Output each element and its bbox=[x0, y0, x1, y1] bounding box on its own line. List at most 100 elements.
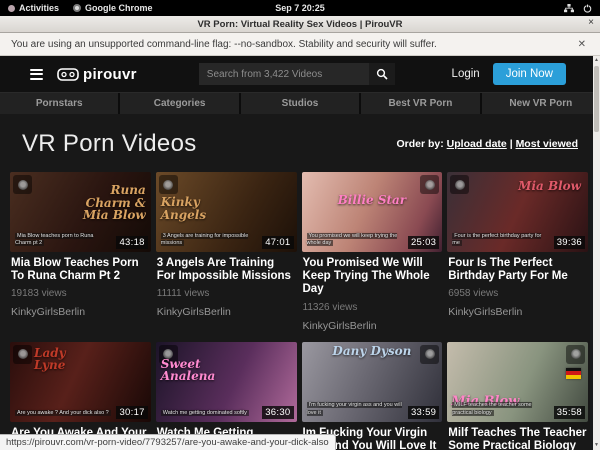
video-title[interactable]: Mia Blow Teaches Porn To Runa Charm Pt 2 bbox=[11, 257, 150, 283]
scroll-down-icon[interactable]: ▼ bbox=[594, 441, 599, 450]
thumb-caption: Four is the perfect birthday party for m… bbox=[452, 233, 548, 248]
video-studio-link[interactable]: KinkyGirlsBerlin bbox=[303, 320, 442, 332]
site-header: pirouvr Login Join Now bbox=[0, 56, 600, 92]
thumb-caption: 3 Angels are training for impossible mis… bbox=[161, 233, 257, 248]
nav-item-studios[interactable]: Studios bbox=[241, 93, 359, 114]
video-grid: Runa Charm & Mia Blow Mia Blow teaches p… bbox=[0, 172, 600, 450]
thumb-caption: MILF teaches the teacher some practical … bbox=[452, 402, 548, 417]
scrollbar-thumb[interactable] bbox=[594, 66, 599, 132]
duration-badge: 25:03 bbox=[408, 236, 439, 249]
site-logo[interactable]: pirouvr bbox=[57, 66, 137, 83]
video-thumbnail[interactable]: Billie Star You promised we will keep tr… bbox=[302, 172, 443, 252]
thumb-overlay-title: Mia Blow bbox=[507, 180, 581, 193]
video-title[interactable]: You Promised We Will Keep Trying The Who… bbox=[303, 257, 442, 297]
scroll-up-icon[interactable]: ▲ bbox=[594, 56, 599, 65]
video-studio-link[interactable]: KinkyGirlsBerlin bbox=[448, 306, 587, 318]
chrome-icon bbox=[73, 4, 81, 12]
video-studio-link[interactable]: KinkyGirlsBerlin bbox=[157, 306, 296, 318]
video-thumbnail[interactable]: Runa Charm & Mia Blow Mia Blow teaches p… bbox=[10, 172, 151, 252]
network-icon[interactable] bbox=[564, 4, 574, 13]
studio-watermark-icon bbox=[13, 345, 32, 364]
order-most-viewed-link[interactable]: Most viewed bbox=[516, 138, 578, 150]
video-views: 19183 views bbox=[11, 288, 150, 299]
duration-badge: 43:18 bbox=[116, 236, 147, 249]
video-thumbnail[interactable]: Sweet Analena Watch me getting dominated… bbox=[156, 342, 297, 422]
window-title: VR Porn: Virtual Reality Sex Videos | Pi… bbox=[0, 19, 600, 30]
video-thumbnail[interactable]: Lady Lyne Are you awake ? And your dick … bbox=[10, 342, 151, 422]
nav-item-pornstars[interactable]: Pornstars bbox=[0, 93, 118, 114]
activities-label: Activities bbox=[19, 3, 59, 13]
nav-item-categories[interactable]: Categories bbox=[120, 93, 238, 114]
search-button[interactable] bbox=[369, 63, 395, 85]
thumb-overlay-title: Billie Star bbox=[302, 194, 443, 207]
thumb-overlay-title: Lady Lyne bbox=[34, 347, 92, 372]
search-input[interactable] bbox=[199, 63, 369, 85]
window-titlebar[interactable]: VR Porn: Virtual Reality Sex Videos | Pi… bbox=[0, 16, 600, 33]
order-by-label: Order by: bbox=[396, 138, 443, 150]
logo-text: pirouvr bbox=[83, 66, 137, 83]
order-separator: | bbox=[510, 138, 513, 150]
video-card[interactable]: Mia Blow Four is the perfect birthday pa… bbox=[447, 172, 588, 332]
scrollbar[interactable]: ▲ ▼ bbox=[593, 56, 600, 450]
page-title: VR Porn Videos bbox=[22, 130, 197, 158]
thumb-caption: Watch me getting dominated softly bbox=[161, 410, 257, 418]
video-title[interactable]: Milf Teaches The Teacher Some Practical … bbox=[448, 427, 587, 450]
video-card[interactable]: Billie Star You promised we will keep tr… bbox=[302, 172, 443, 332]
thumb-overlay-title: Runa Charm & Mia Blow bbox=[80, 184, 146, 222]
video-card[interactable]: Kinky Angels 3 Angels are training for i… bbox=[156, 172, 297, 332]
order-upload-date-link[interactable]: Upload date bbox=[447, 138, 507, 150]
video-views: 11111 views bbox=[157, 288, 296, 299]
duration-badge: 36:30 bbox=[262, 406, 293, 419]
duration-badge: 39:36 bbox=[554, 236, 585, 249]
video-thumbnail[interactable]: Mia Blow MILF teaches the teacher some p… bbox=[447, 342, 588, 422]
infobar-close-icon[interactable]: ✕ bbox=[575, 39, 589, 50]
video-title[interactable]: Four Is The Perfect Birthday Party For M… bbox=[448, 257, 587, 283]
thumb-overlay-title: Kinky Angels bbox=[161, 196, 225, 221]
activities-button[interactable]: Activities bbox=[8, 3, 59, 13]
video-thumbnail[interactable]: Mia Blow Four is the perfect birthday pa… bbox=[447, 172, 588, 252]
duration-badge: 35:58 bbox=[554, 406, 585, 419]
studio-watermark-icon bbox=[450, 175, 469, 194]
web-page: pirouvr Login Join Now Pornstars Categor… bbox=[0, 56, 600, 450]
video-studio-link[interactable]: KinkyGirlsBerlin bbox=[11, 306, 150, 318]
nav-item-new-vr-porn[interactable]: New VR Porn bbox=[482, 93, 600, 114]
join-now-button[interactable]: Join Now bbox=[493, 63, 566, 85]
video-thumbnail[interactable]: Dany Dyson I'm fucking your virgin ass a… bbox=[302, 342, 443, 422]
video-card[interactable]: Runa Charm & Mia Blow Mia Blow teaches p… bbox=[10, 172, 151, 332]
link-status-bar: https://pirouvr.com/vr-porn-video/779325… bbox=[0, 434, 336, 450]
video-views: 6958 views bbox=[448, 288, 587, 299]
studio-watermark-icon bbox=[420, 175, 439, 194]
vr-goggles-icon bbox=[57, 68, 79, 81]
thumb-caption: Are you awake ? And your dick also ? bbox=[15, 410, 111, 418]
duration-badge: 33:59 bbox=[408, 406, 439, 419]
app-menu-label: Google Chrome bbox=[85, 3, 153, 13]
login-link[interactable]: Login bbox=[452, 68, 480, 80]
menu-icon[interactable] bbox=[30, 69, 43, 80]
studio-watermark-icon bbox=[159, 175, 178, 194]
thumb-caption: I'm fucking your virgin ass and you will… bbox=[307, 402, 403, 417]
power-icon[interactable] bbox=[583, 4, 592, 13]
screen: Activities Google Chrome Sep 7 20:25 VR … bbox=[0, 0, 600, 450]
order-by: Order by: Upload date | Most viewed bbox=[396, 138, 584, 150]
thumb-overlay-title: Sweet Analena bbox=[161, 358, 245, 383]
system-top-bar: Activities Google Chrome Sep 7 20:25 bbox=[0, 0, 600, 16]
thumb-caption: You promised we will keep trying the who… bbox=[307, 233, 403, 248]
duration-badge: 30:17 bbox=[116, 406, 147, 419]
video-views: 11326 views bbox=[303, 302, 442, 313]
nav-item-best-vr-porn[interactable]: Best VR Porn bbox=[361, 93, 479, 114]
window-close-icon[interactable]: × bbox=[588, 17, 594, 28]
chrome-infobar: You are using an unsupported command-lin… bbox=[0, 33, 600, 56]
thumb-overlay-title: Dany Dyson bbox=[302, 345, 443, 358]
clock[interactable]: Sep 7 20:25 bbox=[275, 0, 325, 16]
page-head: VR Porn Videos Order by: Upload date | M… bbox=[0, 114, 600, 172]
video-thumbnail[interactable]: Kinky Angels 3 Angels are training for i… bbox=[156, 172, 297, 252]
activities-icon bbox=[8, 5, 15, 12]
german-flag bbox=[566, 368, 581, 379]
app-menu-button[interactable]: Google Chrome bbox=[73, 3, 153, 13]
video-title[interactable]: 3 Angels Are Training For Impossible Mis… bbox=[157, 257, 296, 283]
video-card[interactable]: Mia Blow MILF teaches the teacher some p… bbox=[447, 342, 588, 450]
search-bar bbox=[199, 63, 395, 85]
duration-badge: 47:01 bbox=[262, 236, 293, 249]
infobar-message: You are using an unsupported command-lin… bbox=[11, 39, 437, 50]
studio-watermark-icon bbox=[13, 175, 32, 194]
